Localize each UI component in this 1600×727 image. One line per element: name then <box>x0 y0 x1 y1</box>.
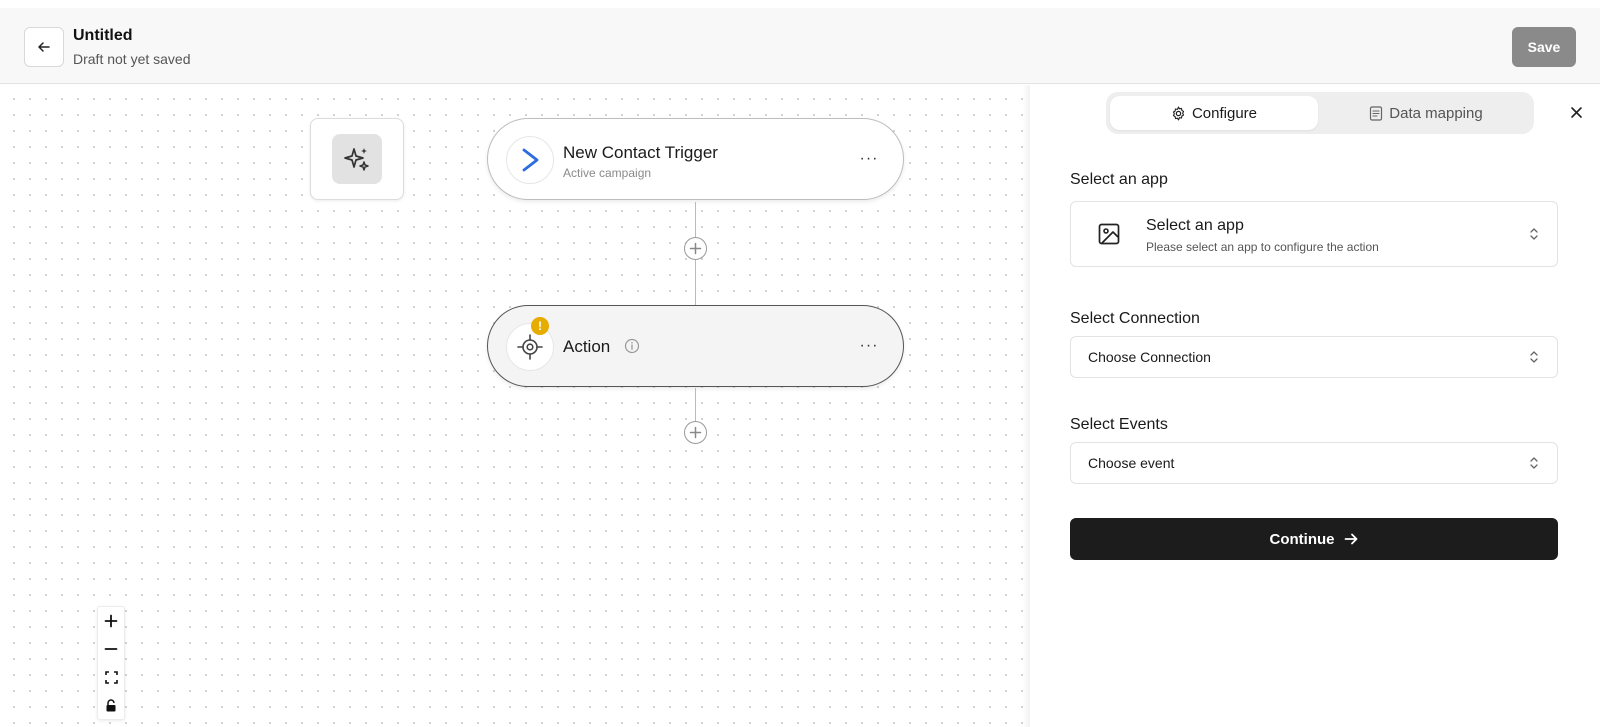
page-title: Untitled <box>73 27 133 44</box>
save-status: Draft not yet saved <box>73 51 191 67</box>
action-node-menu-button[interactable]: ··· <box>857 336 881 356</box>
trigger-app-icon-container <box>506 136 554 184</box>
action-node[interactable]: ! Action ··· <box>487 305 904 387</box>
gear-icon <box>1172 106 1185 120</box>
connector-line <box>695 260 696 305</box>
add-step-button[interactable] <box>684 237 707 260</box>
ai-icon-container <box>332 134 382 184</box>
continue-button[interactable]: Continue <box>1070 518 1558 560</box>
config-panel: Configure Data mapping Select an app Sel… <box>1030 85 1600 727</box>
connection-dropdown[interactable]: Choose Connection <box>1070 336 1558 378</box>
trigger-node-subtitle: Active campaign <box>563 166 652 180</box>
select-events-label: Select Events <box>1070 416 1168 433</box>
minus-icon <box>104 648 118 650</box>
add-step-button[interactable] <box>684 421 707 444</box>
panel-tabs: Configure Data mapping <box>1106 92 1534 134</box>
workflow-canvas[interactable]: New Contact Trigger Active campaign ··· … <box>0 85 1026 727</box>
zoom-out-button[interactable] <box>98 635 124 663</box>
arrow-left-icon <box>38 42 50 52</box>
fit-view-button[interactable] <box>98 663 124 691</box>
action-node-title: Action <box>563 337 611 356</box>
close-panel-button[interactable] <box>1566 102 1586 122</box>
chevron-up-down-icon <box>1530 351 1538 363</box>
fit-view-icon <box>104 670 118 684</box>
document-icon <box>1370 105 1383 121</box>
connection-dropdown-value: Choose Connection <box>1088 349 1211 365</box>
save-button[interactable]: Save <box>1512 27 1576 67</box>
activecampaign-chevron-icon <box>522 148 539 172</box>
workflow-editor: Untitled Draft not yet saved Save New Co… <box>0 0 1600 727</box>
crosshair-icon <box>517 334 543 360</box>
trigger-node-menu-button[interactable]: ··· <box>857 149 881 169</box>
tab-data-mapping-label: Data mapping <box>1389 104 1483 122</box>
ai-assistant-button[interactable] <box>310 118 404 200</box>
app-selector[interactable]: Select an app Please select an app to co… <box>1070 201 1558 267</box>
info-icon[interactable] <box>624 338 640 354</box>
lock-button[interactable] <box>98 691 124 719</box>
app-selector-title: Select an app <box>1146 217 1244 234</box>
zoom-controls <box>97 606 125 720</box>
trigger-node[interactable]: New Contact Trigger Active campaign ··· <box>487 118 904 200</box>
image-icon <box>1098 223 1120 245</box>
plus-icon <box>689 426 702 439</box>
tab-configure-label: Configure <box>1191 104 1258 122</box>
app-selector-subtitle: Please select an app to configure the ac… <box>1146 240 1379 254</box>
select-app-label: Select an app <box>1070 171 1168 188</box>
trigger-node-title: New Contact Trigger <box>563 143 718 162</box>
sparkles-icon <box>344 148 369 171</box>
select-connection-label: Select Connection <box>1070 310 1200 327</box>
zoom-in-button[interactable] <box>98 607 124 635</box>
tab-configure[interactable]: Configure <box>1110 96 1318 130</box>
event-dropdown-value: Choose event <box>1088 455 1175 471</box>
arrow-right-icon <box>1344 533 1357 545</box>
panel-divider <box>1022 85 1030 727</box>
chevron-up-down-icon <box>1530 228 1538 240</box>
warning-badge: ! <box>531 317 549 335</box>
top-header: Untitled Draft not yet saved Save <box>0 8 1600 84</box>
connector-line <box>695 388 696 423</box>
event-dropdown[interactable]: Choose event <box>1070 442 1558 484</box>
tab-data-mapping[interactable]: Data mapping <box>1322 96 1530 130</box>
plus-icon <box>104 614 118 628</box>
back-button[interactable] <box>24 27 64 67</box>
chevron-up-down-icon <box>1530 457 1538 469</box>
lock-icon <box>106 698 116 711</box>
close-icon <box>1570 106 1582 118</box>
plus-icon <box>689 242 702 255</box>
continue-label: Continue <box>1269 530 1335 548</box>
